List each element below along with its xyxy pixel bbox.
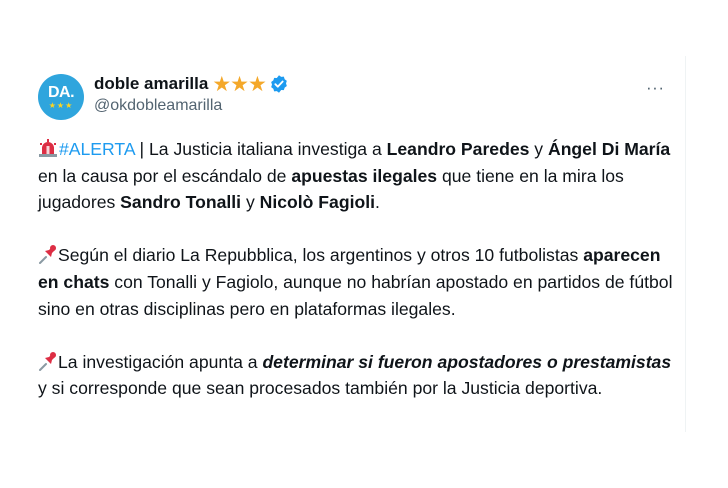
tweet-paragraph-2: Según el diario La Repubblica, los argen… <box>38 242 678 322</box>
bold-italic-span: determinar si fueron apostadores o prest… <box>262 351 672 372</box>
text-span: | La Justicia italiana investiga a <box>134 139 387 159</box>
pushpin-emoji-icon <box>39 351 56 371</box>
text-span: . <box>374 192 380 213</box>
bold-span: Nicolò Fagioli <box>259 192 375 213</box>
tweet-paragraph-1: #ALERTA | La Justicia italiana investiga… <box>38 136 678 216</box>
text-span: con Tonalli y Fagiolo, aunque no habrían… <box>38 271 673 319</box>
pushpin-emoji-icon <box>39 245 56 265</box>
bold-span: Leandro Paredes <box>386 139 530 159</box>
text-span: La investigación apunta a <box>58 351 263 372</box>
more-options-icon[interactable]: ··· <box>646 78 664 98</box>
bold-span: Ángel Di María <box>547 139 671 159</box>
text-span: en la causa por el escándalo de <box>38 165 292 186</box>
text-span: Según el diario La Repubblica, los argen… <box>58 245 584 266</box>
avatar[interactable]: DA. ★★★ <box>38 74 84 120</box>
author-name-row: doble amarilla ★★★ <box>94 73 289 95</box>
bold-span: Sandro Tonalli <box>120 192 242 213</box>
user-handle[interactable]: @okdobleamarilla <box>94 97 222 115</box>
avatar-initials: DA. <box>47 83 75 101</box>
hashtag-link[interactable]: #ALERTA <box>59 139 135 159</box>
rotating-light-emoji-icon <box>39 139 57 157</box>
text-span: y <box>529 139 548 159</box>
avatar-stars: ★★★ <box>48 100 74 110</box>
verified-badge-icon <box>270 75 287 93</box>
tweet-text: #ALERTA | La Justicia italiana investiga… <box>38 136 678 402</box>
text-span: y si corresponde que sean procesados tam… <box>38 378 603 399</box>
tweet-card[interactable]: DA. ★★★ doble amarilla ★★★ @okdobleamari… <box>22 56 686 432</box>
star-emoji-icons: ★★★ <box>212 72 266 96</box>
bold-span: apuestas ilegales <box>291 165 438 186</box>
display-name[interactable]: doble amarilla <box>94 74 208 94</box>
text-span: y <box>241 192 260 213</box>
tweet-paragraph-3: La investigación apunta a determinar si … <box>38 349 678 402</box>
